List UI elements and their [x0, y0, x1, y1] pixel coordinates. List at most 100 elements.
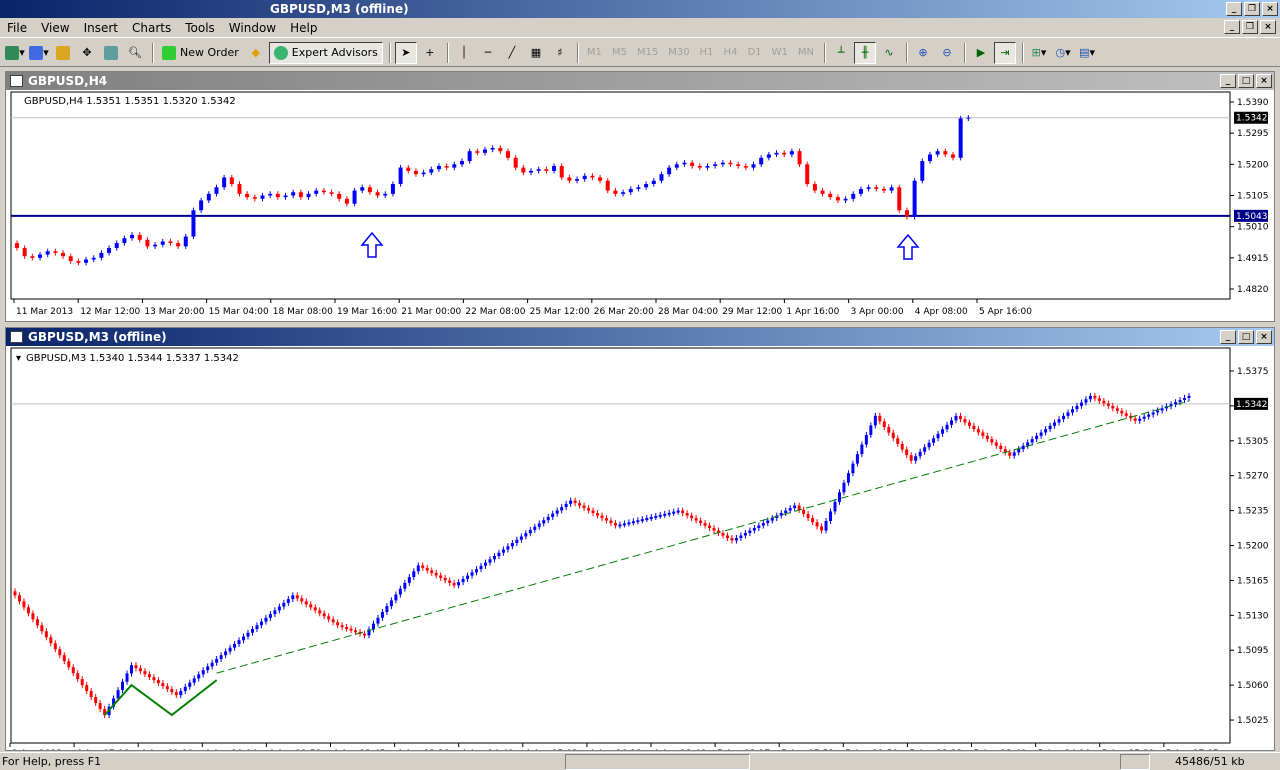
tester-button[interactable]: 🔍︎ — [124, 42, 146, 64]
cursor-tool[interactable]: ➤ — [394, 41, 417, 64]
candle — [245, 193, 250, 198]
minimize-button[interactable]: _ — [1226, 2, 1242, 16]
candle — [713, 164, 718, 166]
candle — [22, 247, 27, 257]
candle — [958, 415, 962, 420]
chart-window-m3[interactable]: GBPUSD,M3 (offline) _ □ × 1.53751.53401.… — [5, 327, 1275, 751]
candle — [651, 180, 656, 185]
tf-m15[interactable]: M15 — [633, 42, 662, 64]
candle — [134, 665, 138, 669]
tf-m5[interactable]: M5 — [608, 42, 631, 64]
candle — [68, 256, 73, 262]
zoom-in-button[interactable]: ⊕ — [912, 42, 934, 64]
crosshair-tool[interactable]: + — [419, 42, 441, 64]
chart-close-button[interactable]: × — [1256, 74, 1272, 88]
channel-tool[interactable]: ▦ — [525, 42, 547, 64]
chart-maximize-button[interactable]: □ — [1238, 330, 1254, 344]
h4-chart-canvas[interactable]: 1.5390 1.5295 1.5200 1.5105 1.5010 1.4915 1.48… — [6, 90, 1274, 321]
new-order-button[interactable]: New Order — [158, 42, 243, 64]
close-button[interactable]: × — [1262, 2, 1278, 16]
chart-minimize-button[interactable]: _ — [1220, 330, 1236, 344]
candle — [264, 617, 268, 622]
candle — [752, 528, 756, 531]
x-tick-label: 4 Apr 09:00 — [140, 749, 193, 750]
tf-h1[interactable]: H1 — [696, 42, 718, 64]
line-chart-button[interactable]: ∿ — [878, 42, 900, 64]
horizontal-line-tool[interactable]: ─ — [477, 42, 499, 64]
navigator-button[interactable]: ✥ — [76, 42, 98, 64]
expert-advisors-button[interactable]: Expert Advisors — [268, 41, 383, 64]
chart-window-controls: _ □ × — [1220, 74, 1272, 88]
mdi-close-button[interactable]: × — [1260, 20, 1276, 34]
vertical-line-tool[interactable]: │ — [453, 42, 475, 64]
menu-help[interactable]: Help — [283, 21, 324, 35]
menu-charts[interactable]: Charts — [125, 21, 178, 35]
templates-button[interactable]: ▤ ▾ — [1076, 42, 1098, 64]
menu-file[interactable]: File — [0, 21, 34, 35]
line-badge-label: 1.5043 — [1236, 212, 1268, 222]
mdi-restore-button[interactable]: ❐ — [1242, 20, 1258, 34]
clock-icon: ◷ — [1055, 46, 1066, 59]
candlestick-button[interactable]: ╫ — [854, 41, 877, 64]
candle — [663, 513, 667, 516]
candle — [958, 118, 963, 158]
restore-button[interactable]: ❐ — [1244, 2, 1260, 16]
x-tick-label: 5 Apr 11:59 — [845, 749, 898, 750]
candle — [582, 175, 587, 180]
fibonacci-tool[interactable]: ♯ — [549, 42, 571, 64]
mdi-minimize-button[interactable]: _ — [1224, 20, 1240, 34]
menu-view[interactable]: View — [34, 21, 76, 35]
candle — [851, 463, 855, 474]
new-chart-button[interactable]: ▾ — [4, 42, 26, 64]
candle — [210, 662, 214, 667]
bar-chart-button[interactable]: ┴ — [830, 42, 852, 64]
candle — [613, 190, 618, 194]
candle — [725, 535, 729, 539]
chart-maximize-button[interactable]: □ — [1238, 74, 1254, 88]
tf-h4[interactable]: H4 — [720, 42, 742, 64]
tf-m30[interactable]: M30 — [664, 42, 693, 64]
candle — [1079, 402, 1083, 406]
chart-close-button[interactable]: × — [1256, 330, 1272, 344]
tf-m1[interactable]: M1 — [583, 42, 606, 64]
candle — [40, 625, 44, 632]
trendline-tool[interactable]: ╱ — [501, 42, 523, 64]
candle — [743, 165, 748, 168]
candle — [828, 193, 833, 198]
candle — [457, 582, 461, 586]
menu-insert[interactable]: Insert — [77, 21, 125, 35]
terminal-button[interactable] — [100, 42, 122, 64]
candle — [322, 613, 326, 617]
market-watch-button[interactable] — [52, 42, 74, 64]
tf-d1[interactable]: D1 — [744, 42, 766, 64]
periods-button[interactable]: ◷ ▾ — [1052, 42, 1074, 64]
indicators-button[interactable]: ⊞ ▾ — [1028, 42, 1050, 64]
tf-mn[interactable]: MN — [794, 42, 818, 64]
chart-minimize-button[interactable]: _ — [1220, 74, 1236, 88]
candle — [1115, 408, 1119, 411]
candle — [252, 197, 257, 199]
auto-scroll-button[interactable]: ▶ — [970, 42, 992, 64]
candle — [421, 565, 425, 568]
candle — [237, 184, 242, 194]
m3-chart-canvas[interactable]: 1.53751.53401.53051.52701.52351.52001.51… — [6, 346, 1274, 750]
chart-shift-button[interactable]: ⇥ — [994, 41, 1017, 64]
signals-button[interactable]: ◆ — [245, 42, 267, 64]
candle — [283, 195, 288, 198]
profiles-button[interactable]: ▾ — [28, 42, 50, 64]
menu-tools[interactable]: Tools — [178, 21, 222, 35]
candle — [1183, 397, 1187, 401]
zoom-out-button[interactable]: ⊖ — [936, 42, 958, 64]
chart-window-h4[interactable]: GBPUSD,H4 _ □ × 1.5390 1.5295 1.5200 1.5105… — [5, 71, 1275, 322]
connection-indicator — [1120, 754, 1150, 770]
menu-window[interactable]: Window — [222, 21, 283, 35]
candle — [889, 187, 894, 191]
candle — [533, 526, 537, 530]
x-tick-label: 26 Mar 20:00 — [594, 307, 654, 317]
tf-w1[interactable]: W1 — [768, 42, 792, 64]
candle — [604, 518, 608, 521]
candle — [206, 666, 210, 671]
candle — [896, 438, 900, 444]
candle — [331, 619, 335, 623]
m3-info-label: ▾ — [16, 353, 21, 364]
